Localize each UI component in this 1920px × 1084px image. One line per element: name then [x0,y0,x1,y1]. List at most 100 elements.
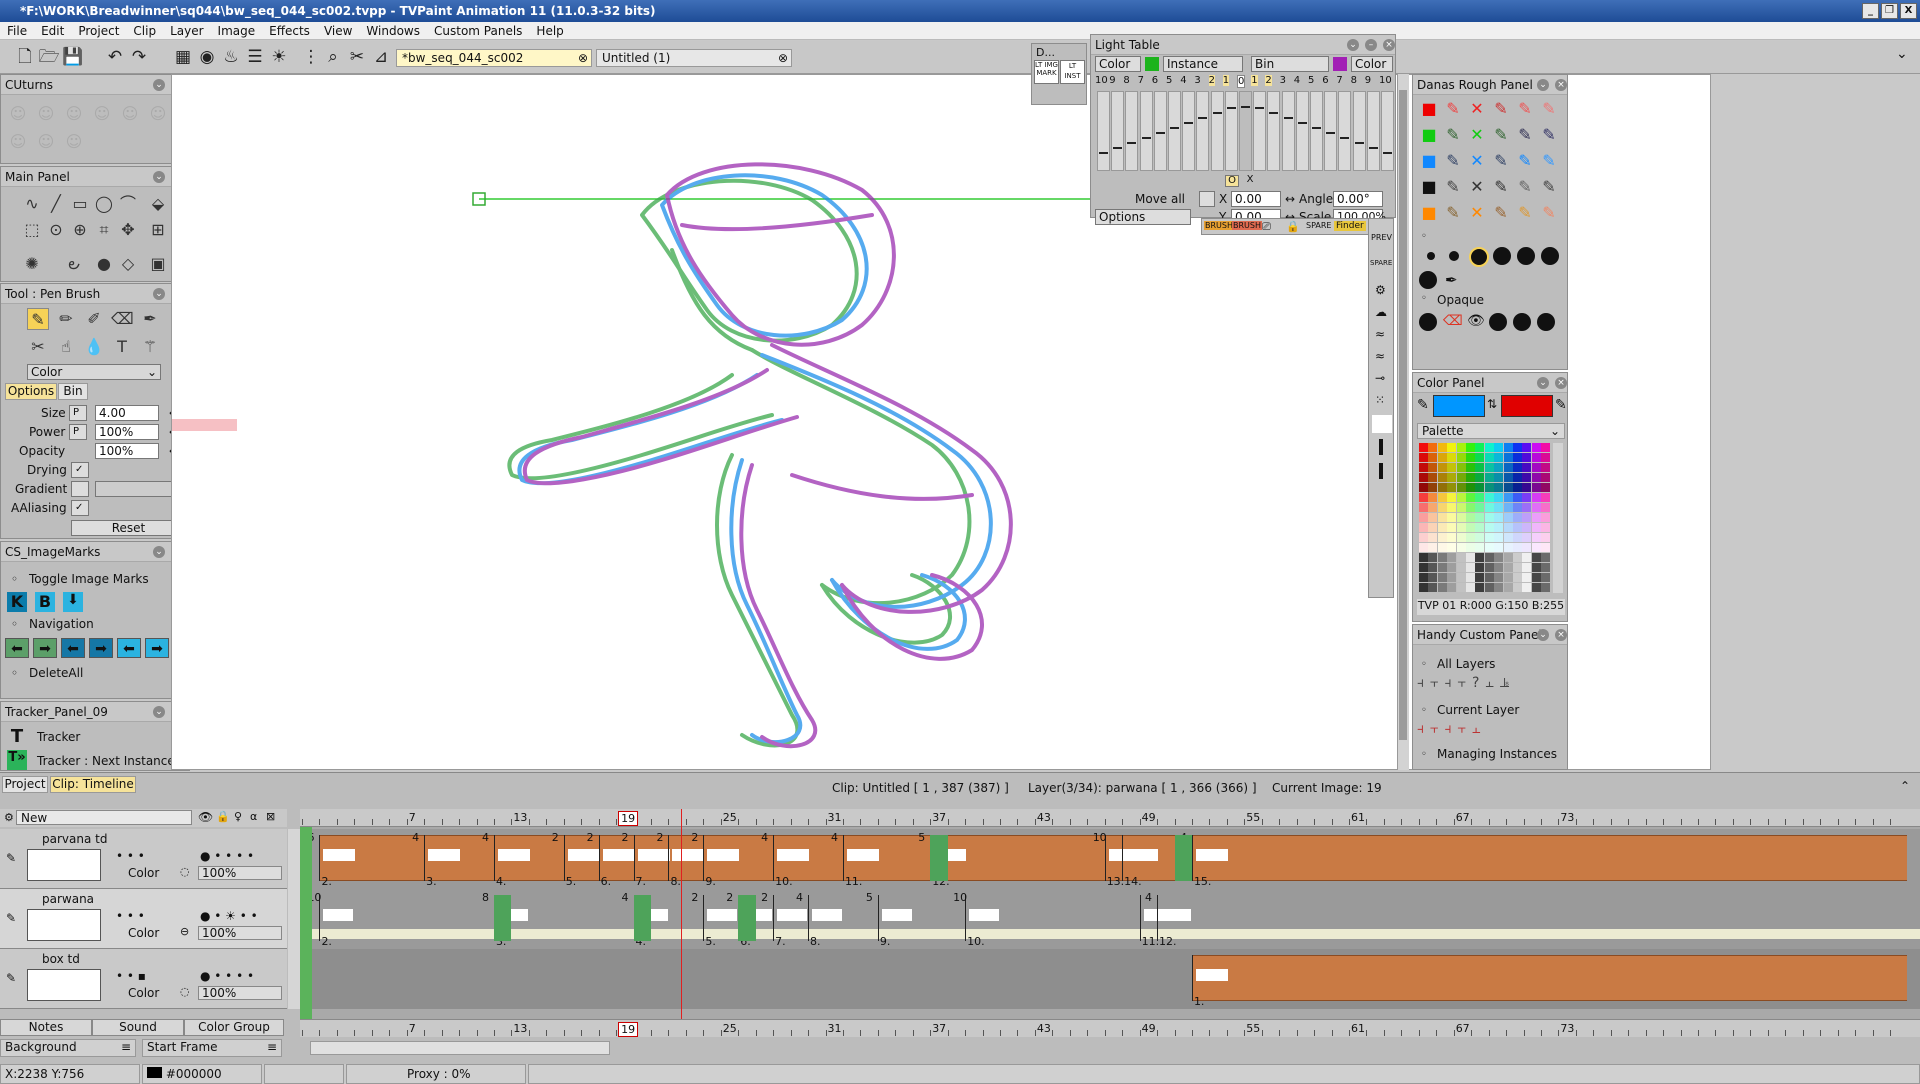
ruler-label[interactable]: 61 [1351,811,1365,824]
spare-side-button[interactable]: SPARE [1370,259,1392,267]
light-table-opacity-slider[interactable] [1097,91,1110,171]
ruler-label[interactable]: 19 [618,1022,639,1037]
slider-knob[interactable] [1241,106,1250,108]
palette-swatch[interactable] [1419,463,1428,472]
slider-knob[interactable] [1212,112,1222,114]
gradient-preview[interactable] [95,481,183,497]
layer-opt-icon[interactable]: ● • ☀ • • [200,909,258,923]
palette-swatch[interactable] [1437,513,1447,522]
palette-swatch[interactable] [1437,533,1447,542]
color-group-button[interactable]: Color Group [184,1019,284,1036]
angle-input[interactable]: 0.00° [1333,191,1383,207]
tool-icon[interactable]: ☁ [1375,305,1387,319]
palette-swatch[interactable] [1428,493,1438,502]
all-layers-actions-icon[interactable]: ⫞⫟⫞⫟?⫠⫡ [1417,675,1567,697]
palette-swatch[interactable] [1428,553,1438,562]
layer-row-header[interactable]: ✎ parvana td • • • ● • • • • Color ◌ 100… [0,829,287,889]
palette-swatch[interactable] [1456,583,1466,592]
palette-swatch[interactable] [1428,523,1438,532]
freehand-icon[interactable]: ∿ [21,193,43,215]
grid-icon[interactable]: ⋮ [300,46,322,68]
opaque-dot[interactable] [1489,313,1507,331]
highlighted-exposure[interactable] [633,895,651,941]
rough-brush-preset-icon[interactable]: ✎ [1443,99,1463,119]
palette-swatch[interactable] [1503,523,1513,532]
cuturn-icon[interactable]: ☺ [7,103,29,125]
palette-swatch[interactable] [1503,583,1513,592]
rough-brush-preset-icon[interactable]: ■ [1419,203,1439,223]
collapse-icon[interactable]: ⌄ [1537,79,1549,91]
layer-flags-icon[interactable]: • • • [116,909,145,923]
opaque-dot[interactable] [1513,313,1531,331]
slider-knob[interactable] [1141,137,1151,139]
palette-swatch[interactable] [1419,443,1428,452]
palette-swatch[interactable] [1466,563,1475,572]
slider-knob[interactable] [1297,122,1307,124]
palette-grid[interactable] [1419,443,1551,593]
feather-brush-icon[interactable]: ✒ [1445,271,1458,289]
cuturn-icon[interactable]: ☺ [119,103,141,125]
wand-icon[interactable]: ⚚ [139,336,161,358]
menu-effects[interactable]: Effects [262,22,317,40]
palette-swatch[interactable] [1475,543,1485,552]
ruler-label[interactable]: 19 [618,811,639,826]
layer-opt-icon[interactable]: ● • • • • [200,849,254,863]
rough-brush-preset-icon[interactable]: ✎ [1515,99,1535,119]
exposure-thumb[interactable] [1126,849,1159,861]
exposure-thumb[interactable] [637,849,670,861]
palette-swatch[interactable] [1503,443,1513,452]
palette-swatch[interactable] [1419,563,1428,572]
palette-swatch[interactable] [1513,573,1522,582]
palette-swatch[interactable] [1475,523,1485,532]
tracker-next-label[interactable]: Tracker : Next Instance [37,754,175,768]
light-table-opacity-slider[interactable] [1338,91,1352,171]
start-frame-select[interactable]: Start Frame ≡ [142,1039,282,1057]
stamp-icon[interactable]: ⎚ [1262,220,1271,234]
palette-swatch[interactable] [1513,473,1522,482]
palette-swatch[interactable] [1531,473,1541,482]
rough-brush-preset-icon[interactable]: ✎ [1491,151,1511,171]
move-icon[interactable]: ✥ [117,219,139,241]
palette-swatch[interactable] [1419,483,1428,492]
palette-swatch[interactable] [1447,453,1457,462]
rough-brush-preset-icon[interactable]: ✎ [1491,99,1511,119]
slider-knob[interactable] [1170,127,1179,129]
rough-brush-preset-icon[interactable]: ✕ [1467,151,1487,171]
tool-icon[interactable]: ⚙ [1375,283,1386,297]
slider-knob[interactable] [1127,142,1137,144]
select-icon[interactable]: ⬚ [21,219,43,241]
close-icon[interactable]: × [1555,629,1567,641]
tracker-label[interactable]: Tracker [37,730,80,744]
cuturn-icon[interactable]: ☺ [63,103,85,125]
palette-swatch[interactable] [1428,583,1438,592]
rough-brush-preset-icon[interactable]: ✎ [1443,177,1463,197]
palette-swatch[interactable] [1456,493,1466,502]
move-all-checkbox[interactable] [1199,191,1215,207]
ruler-label[interactable]: 13 [513,1022,527,1035]
eye-icon[interactable]: 👁 [198,810,213,824]
line-icon[interactable]: ╱ [45,193,67,215]
texture-swatch-icon[interactable] [1372,415,1392,433]
palette-swatch[interactable] [1531,523,1541,532]
light-table-opacity-slider[interactable] [1267,91,1281,171]
options-select[interactable]: Options [1095,209,1191,225]
palette-swatch[interactable] [1419,553,1428,562]
palette-swatch[interactable] [1428,473,1438,482]
ruler-label[interactable]: 31 [828,1022,842,1035]
palette-swatch[interactable] [1494,493,1504,502]
palette-swatch[interactable] [1531,483,1541,492]
palette-swatch[interactable] [1456,523,1466,532]
palette-swatch[interactable] [1456,443,1466,452]
palette-swatch[interactable] [1494,523,1504,532]
current-frame-line[interactable] [681,809,682,1019]
palette-swatch[interactable] [1522,493,1532,502]
palette-swatch[interactable] [1541,493,1551,502]
palette-swatch[interactable] [1522,503,1532,512]
palette-swatch[interactable] [1503,533,1513,542]
palette-swatch[interactable] [1456,473,1466,482]
stroke-width-icon[interactable] [1379,463,1383,479]
rough-brush-preset-icon[interactable]: ✎ [1515,177,1535,197]
rough-brush-preset-icon[interactable]: ■ [1419,125,1439,145]
alpha-icon[interactable]: α [250,810,257,823]
doc-tab-inactive[interactable]: Untitled (1) ⊗ [596,49,792,67]
